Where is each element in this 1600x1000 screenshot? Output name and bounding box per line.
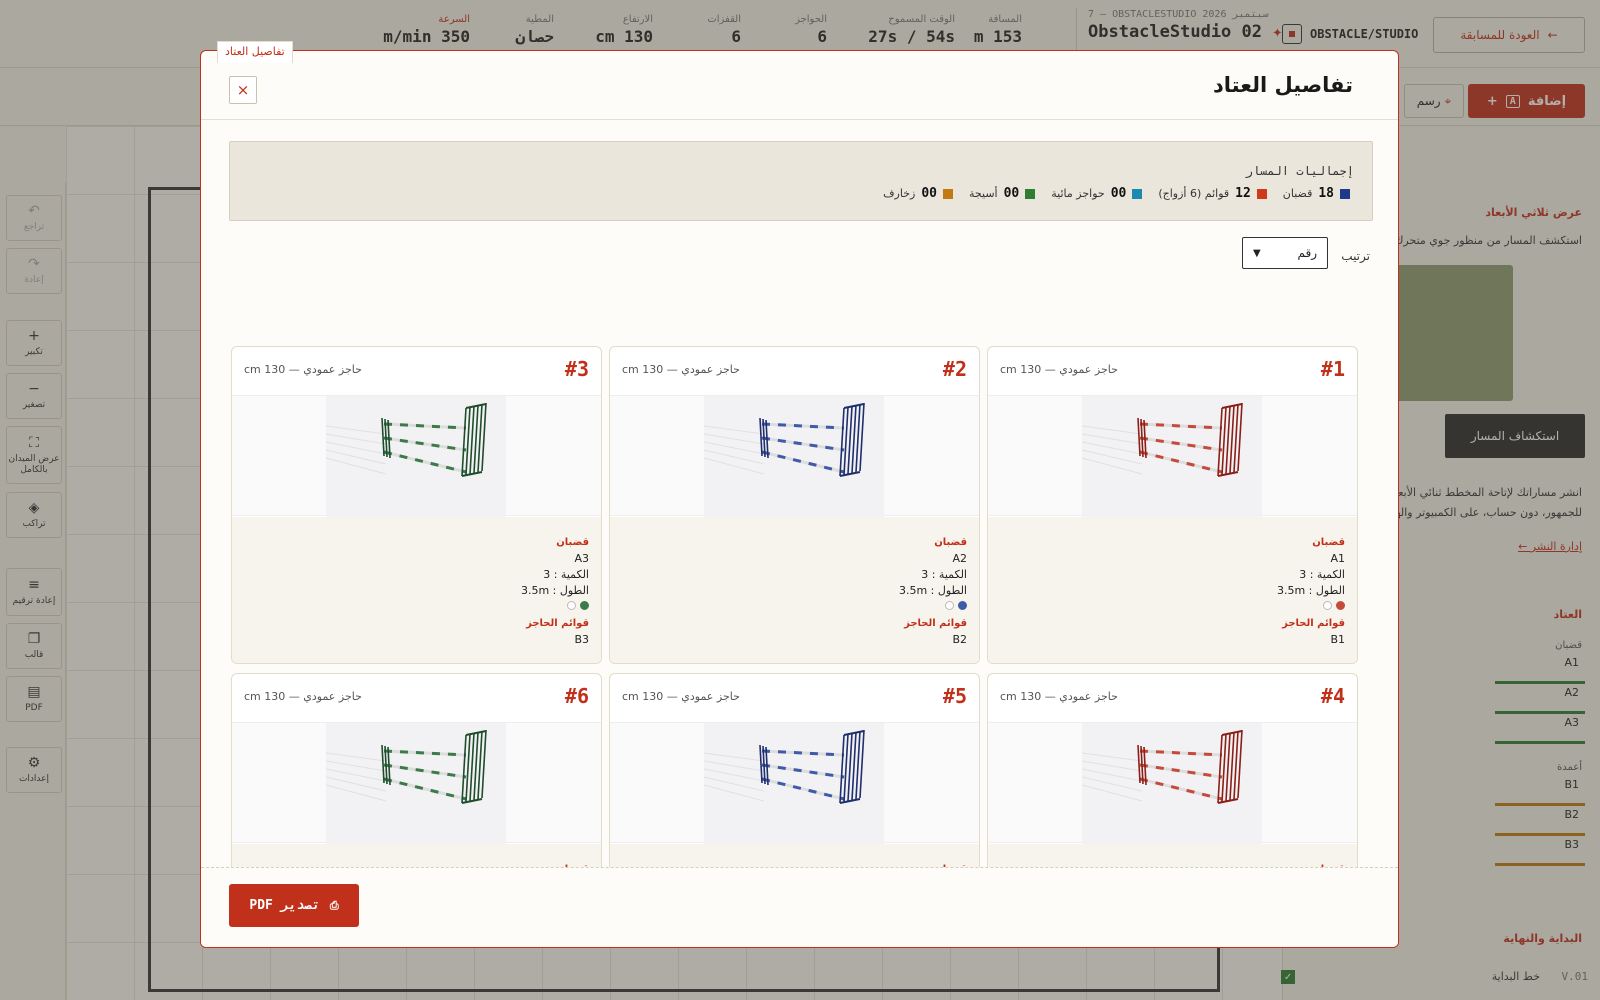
obstacle-info: قضبان A2 الكمية : 3 الطول : 3.5m قوائم ا… bbox=[610, 517, 979, 663]
total-label: أسيجة bbox=[969, 187, 998, 200]
white-dot bbox=[945, 601, 954, 610]
color-swatch bbox=[1025, 188, 1036, 199]
bar-id: A3 bbox=[574, 552, 589, 565]
jump-illustration bbox=[325, 402, 487, 477]
sort-value: رقم bbox=[1297, 246, 1317, 260]
stand-id: B1 bbox=[1330, 633, 1345, 646]
obstacle-number: #4 bbox=[1320, 684, 1345, 708]
obstacle-preview bbox=[232, 722, 601, 844]
color-dots bbox=[244, 601, 589, 610]
color-swatch bbox=[1256, 188, 1267, 199]
stands-heading: قوائم الحاجز bbox=[1282, 618, 1345, 629]
white-dot bbox=[567, 601, 576, 610]
total-count: 00 bbox=[1003, 186, 1020, 201]
obstacle-type: حاجز عمودي — 130 cm bbox=[244, 363, 362, 376]
total-item: 00 أسيجة bbox=[969, 186, 1036, 201]
color-dots bbox=[622, 601, 967, 610]
total-label: قوائم (6 أزواج) bbox=[1158, 187, 1230, 200]
white-dot bbox=[1323, 601, 1332, 610]
obstacle-preview bbox=[988, 395, 1357, 517]
close-icon: × bbox=[236, 81, 250, 99]
material-details-modal: تفاصيل العتاد × إجماليات المسار 18 قضبان… bbox=[200, 50, 1399, 948]
obstacle-info: قضبان A1 الكمية : 3 الطول : 3.5m قوائم ا… bbox=[988, 517, 1357, 663]
obstacle-preview bbox=[232, 395, 601, 517]
obstacle-number: #6 bbox=[564, 684, 589, 708]
jump-illustration bbox=[1081, 729, 1243, 804]
bar-length: الطول : 3.5m bbox=[898, 584, 967, 597]
modal-body[interactable]: إجماليات المسار 18 قضبان 12 قوائم (6 أزو… bbox=[201, 121, 1398, 919]
obstacle-type: حاجز عمودي — 130 cm bbox=[622, 690, 740, 703]
obstacle-number: #2 bbox=[942, 357, 967, 381]
obstacle-card[interactable]: #2 حاجز عمودي — 130 cm قضبان A2 الكمية :… bbox=[609, 346, 980, 664]
bar-quantity: الكمية : 3 bbox=[543, 568, 589, 581]
jump-illustration bbox=[325, 729, 487, 804]
total-item: 00 زخارف bbox=[883, 186, 953, 201]
obstacle-type: حاجز عمودي — 130 cm bbox=[1000, 690, 1118, 703]
jump-illustration bbox=[703, 729, 865, 804]
obstacle-preview bbox=[610, 722, 979, 844]
obstacle-preview bbox=[988, 722, 1357, 844]
total-count: 00 bbox=[1110, 186, 1127, 201]
bar-length: الطول : 3.5m bbox=[520, 584, 589, 597]
jump-illustration bbox=[703, 402, 865, 477]
course-totals-panel: إجماليات المسار 18 قضبان 12 قوائم (6 أزو… bbox=[229, 141, 1373, 221]
total-item: 12 قوائم (6 أزواج) bbox=[1158, 186, 1267, 201]
stands-heading: قوائم الحاجز bbox=[526, 618, 589, 629]
bar-color-dot bbox=[1336, 601, 1345, 610]
bar-length: الطول : 3.5m bbox=[1276, 584, 1345, 597]
close-button[interactable]: × bbox=[229, 76, 257, 104]
bar-quantity: الكمية : 3 bbox=[921, 568, 967, 581]
total-label: زخارف bbox=[883, 187, 916, 200]
obstacle-card[interactable]: #1 حاجز عمودي — 130 cm قضبان A1 الكمية :… bbox=[987, 346, 1358, 664]
bars-heading: قضبان bbox=[556, 537, 589, 548]
modal-footer: ⎙ تصدير PDF bbox=[201, 867, 1398, 947]
totals-row: 18 قضبان 12 قوائم (6 أزواج) 00 حواجز مائ… bbox=[883, 186, 1350, 201]
obstacle-type: حاجز عمودي — 130 cm bbox=[622, 363, 740, 376]
jump-illustration bbox=[1081, 402, 1243, 477]
print-icon: ⎙ bbox=[329, 898, 339, 912]
color-dots bbox=[1000, 601, 1345, 610]
total-count: 12 bbox=[1235, 186, 1251, 201]
obstacle-type: حاجز عمودي — 130 cm bbox=[244, 690, 362, 703]
sort-label: ترتيب bbox=[1341, 249, 1370, 263]
obstacle-preview bbox=[610, 395, 979, 517]
color-swatch bbox=[943, 188, 953, 199]
totals-title: إجماليات المسار bbox=[1245, 164, 1354, 178]
bar-color-dot bbox=[580, 601, 589, 610]
stand-id: B2 bbox=[952, 633, 967, 646]
obstacle-number: #1 bbox=[1320, 357, 1345, 381]
total-label: حواجز مائية bbox=[1051, 187, 1105, 200]
export-pdf-button[interactable]: ⎙ تصدير PDF bbox=[229, 884, 359, 927]
stands-heading: قوائم الحاجز bbox=[904, 618, 967, 629]
total-count: 18 bbox=[1318, 186, 1334, 201]
obstacle-card[interactable]: #3 حاجز عمودي — 130 cm قضبان A3 الكمية :… bbox=[231, 346, 602, 664]
obstacle-number: #3 bbox=[564, 357, 589, 381]
bars-heading: قضبان bbox=[934, 537, 967, 548]
stand-id: B3 bbox=[574, 633, 589, 646]
color-swatch bbox=[1132, 188, 1143, 199]
modal-tab-label: تفاصيل العتاد bbox=[217, 41, 293, 63]
obstacle-number: #5 bbox=[942, 684, 967, 708]
modal-title: تفاصيل العتاد bbox=[1213, 73, 1353, 97]
modal-header: تفاصيل العتاد × bbox=[201, 51, 1398, 120]
sort-select[interactable]: رقم ▼ bbox=[1242, 237, 1328, 269]
obstacle-type: حاجز عمودي — 130 cm bbox=[1000, 363, 1118, 376]
chevron-down-icon: ▼ bbox=[1253, 247, 1261, 259]
bar-quantity: الكمية : 3 bbox=[1299, 568, 1345, 581]
total-item: 18 قضبان bbox=[1283, 186, 1350, 201]
bar-id: A2 bbox=[952, 552, 967, 565]
color-swatch bbox=[1340, 188, 1350, 199]
total-label: قضبان bbox=[1282, 187, 1313, 200]
total-count: 00 bbox=[921, 186, 937, 201]
bar-color-dot bbox=[958, 601, 967, 610]
obstacle-info: قضبان A3 الكمية : 3 الطول : 3.5m قوائم ا… bbox=[232, 517, 601, 663]
bar-id: A1 bbox=[1330, 552, 1345, 565]
bars-heading: قضبان bbox=[1312, 537, 1345, 548]
total-item: 00 حواجز مائية bbox=[1051, 186, 1143, 201]
